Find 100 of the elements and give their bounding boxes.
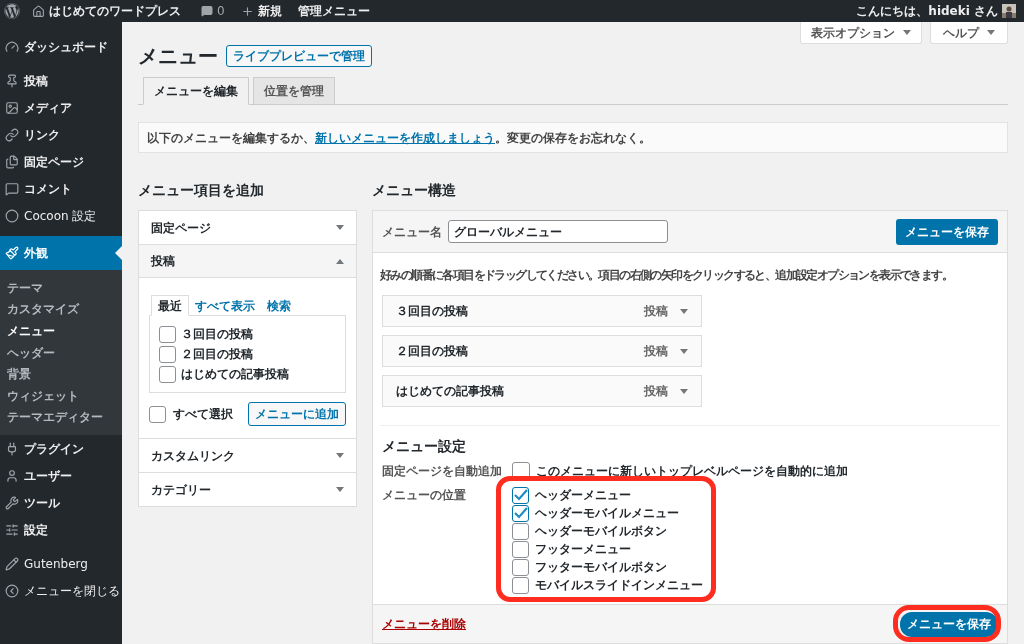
dashboard-icon (5, 39, 19, 54)
caret-up-icon (336, 258, 344, 264)
sidebar-item[interactable]: 設定 (0, 516, 122, 544)
accordion-header[interactable]: カテゴリー (139, 473, 356, 506)
greeting-link[interactable]: こんにちは、hideki さん (856, 2, 998, 20)
sidebar-item[interactable]: コメント (0, 175, 122, 202)
caret-down-icon (336, 487, 344, 492)
section-heading: メニュー項目を追加 (138, 181, 265, 199)
submenu-item[interactable]: メニュー (0, 320, 122, 342)
sidebar-item[interactable]: メディア (0, 94, 122, 121)
checkbox[interactable] (512, 540, 529, 558)
caret-down-icon (336, 225, 344, 230)
caret-down-icon (680, 308, 688, 314)
caret-down-icon (680, 348, 688, 354)
location-option-label: ヘッダーモバイルメニュー (535, 505, 679, 522)
current-pointer-icon (115, 246, 122, 260)
home-icon[interactable] (32, 4, 45, 18)
caret-down-icon (987, 30, 995, 35)
sidebar-item[interactable]: Cocoon 設定 (0, 202, 122, 229)
create-menu-link[interactable]: 新しいメニューを作成しましょう (315, 130, 495, 145)
locations-label: メニューの位置 (382, 487, 467, 504)
tab[interactable]: 位置を管理 (253, 77, 335, 105)
sidebar-item[interactable]: 外観 (0, 236, 122, 270)
brush-icon (5, 246, 19, 260)
delete-menu-link[interactable]: メニューを削除 (382, 615, 466, 633)
panel-tab[interactable]: 検索 (261, 295, 297, 316)
sidebar-item[interactable]: ユーザー (0, 462, 122, 490)
admin-menu-link[interactable]: 管理メニュー (297, 2, 370, 20)
comment-count[interactable]: 0 (217, 2, 225, 20)
sidebar-item[interactable]: リンク (0, 121, 122, 148)
accordion-header[interactable]: 固定ページ (139, 211, 356, 244)
help-button[interactable]: ヘルプ (930, 22, 1008, 44)
checkbox[interactable] (512, 504, 529, 522)
checkbox[interactable] (512, 522, 529, 540)
submenu-item[interactable]: カスタマイズ (0, 298, 122, 321)
panel-tab[interactable]: すべて表示 (189, 295, 261, 316)
sidebar-item[interactable]: メニューを閉じる (0, 577, 122, 605)
submenu-item[interactable]: ヘッダー (0, 341, 122, 364)
submenu-item[interactable]: ウィジェット (0, 384, 122, 407)
comment-icon (5, 181, 19, 196)
caret-down-icon (680, 388, 688, 394)
settings-icon (5, 522, 19, 537)
location-option-label: モバイルスライドインメニュー (535, 577, 703, 594)
wrench-icon (5, 495, 19, 510)
item-type-label: 投稿 (644, 383, 668, 400)
accordion-header[interactable]: 投稿 (139, 245, 356, 278)
checkbox[interactable] (159, 325, 176, 343)
plus-icon[interactable] (240, 4, 254, 18)
sidebar-item[interactable]: プラグイン (0, 435, 122, 463)
site-name-link[interactable]: はじめてのワードプレス (49, 2, 181, 20)
live-preview-button[interactable]: ライブプレビューで管理 (226, 45, 372, 67)
post-item-label: ２回目の投稿 (181, 346, 253, 363)
menu-name-field[interactable]: グローバルメニュー (448, 220, 668, 243)
save-menu-button[interactable]: メニューを保存 (896, 218, 998, 245)
location-option-label: ヘッダーメニュー (535, 487, 631, 504)
submenu-item[interactable]: テーマ (0, 277, 122, 299)
submenu-item[interactable]: テーマエディター (0, 406, 122, 429)
page-title: メニュー (138, 43, 218, 70)
location-option-label: フッターメニュー (535, 541, 631, 558)
menu-item-bar[interactable]: ２回目の投稿 投稿 (382, 335, 702, 367)
settings-heading: メニュー設定 (382, 437, 467, 456)
section-heading: メニュー構造 (372, 181, 457, 199)
instructions-text: 好みの順番に各項目をドラッグしてください。項目の右側の矢印をクリックすると、追加設定オプションを表示できます。 (380, 267, 953, 284)
sidebar-item[interactable]: Gutenberg (0, 550, 122, 578)
save-menu-button[interactable]: メニューを保存 (900, 611, 998, 637)
plug-icon (5, 441, 19, 456)
checkbox[interactable] (512, 486, 529, 504)
new-link[interactable]: 新規 (257, 2, 282, 20)
screen-options-button[interactable]: 表示オプション (800, 22, 922, 44)
pencil-icon (5, 556, 19, 571)
caret-down-icon (336, 453, 344, 458)
caret-down-icon (903, 30, 911, 35)
sidebar-item[interactable]: ダッシュボード (0, 33, 122, 60)
tab[interactable]: メニューを編集 (143, 77, 249, 105)
checkbox[interactable] (512, 576, 529, 594)
link-icon (5, 127, 19, 142)
menu-item-bar[interactable]: はじめての記事投稿 投稿 (382, 375, 702, 407)
notice-text: 以下のメニューを編集するか、新しいメニューを作成しましょう。変更の保存をお忘れなく。 (147, 129, 651, 147)
checkbox[interactable] (512, 558, 529, 576)
media-icon (5, 100, 19, 115)
auto-add-label: 固定ページを自動追加 (382, 463, 503, 480)
menu-name-label: メニュー名 (382, 223, 442, 241)
comment-icon[interactable] (201, 5, 213, 17)
checkbox[interactable] (149, 405, 166, 423)
sidebar-item[interactable]: ツール (0, 489, 122, 517)
sidebar-item[interactable]: 投稿 (0, 67, 122, 94)
submenu-item[interactable]: 背景 (0, 363, 122, 385)
select-all-label: すべて選択 (173, 406, 233, 423)
add-to-menu-button[interactable]: メニューに追加 (248, 402, 346, 426)
accordion-header[interactable]: カスタムリンク (139, 439, 356, 472)
wordpress-logo-icon[interactable] (4, 3, 20, 19)
checkbox[interactable] (159, 365, 176, 383)
checkbox[interactable] (159, 345, 176, 363)
location-option-label: ヘッダーモバイルボタン (535, 523, 667, 540)
panel-tab[interactable]: 最近 (151, 295, 189, 316)
location-option-label: フッターモバイルボタン (535, 559, 667, 576)
pin-icon (5, 73, 19, 88)
item-type-label: 投稿 (644, 303, 668, 320)
menu-item-bar[interactable]: ３回目の投稿 投稿 (382, 295, 702, 327)
sidebar-item[interactable]: 固定ページ (0, 148, 122, 175)
